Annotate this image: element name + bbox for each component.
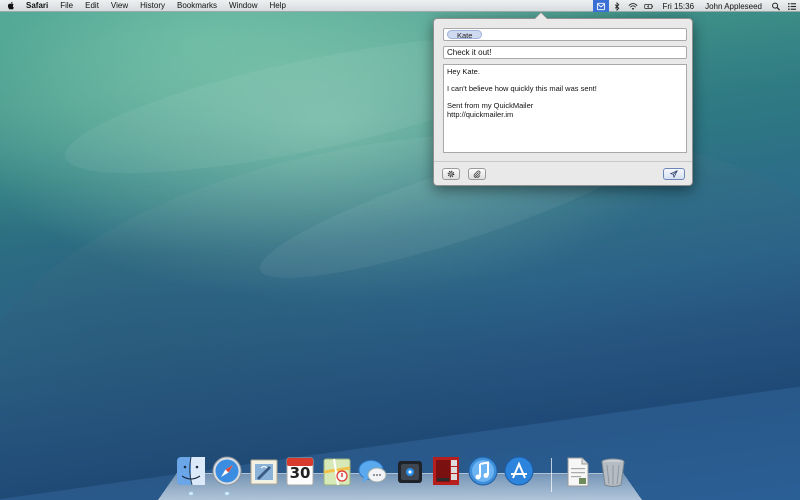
running-indicator [189, 492, 193, 495]
menu-help[interactable]: Help [263, 0, 291, 12]
paper-plane-icon [670, 170, 678, 178]
attach-button[interactable] [468, 168, 486, 180]
status-area: Fri 15:36 John Appleseed [593, 0, 800, 12]
quickmailer-icon[interactable] [593, 0, 610, 12]
menu-bar: Safari File Edit View History Bookmarks … [0, 0, 800, 12]
menu-file[interactable]: File [54, 0, 79, 12]
menu-user-name[interactable]: John Appleseed [699, 2, 768, 11]
apple-menu-icon[interactable] [0, 0, 22, 12]
message-body[interactable]: Hey Kate. I can't believe how quickly th… [443, 64, 687, 153]
body-line: http://quickmailer.im [447, 109, 514, 119]
wifi-icon[interactable] [625, 0, 641, 12]
send-button[interactable] [663, 168, 685, 180]
menu-window[interactable]: Window [223, 0, 263, 12]
menu-view[interactable]: View [105, 0, 134, 12]
menu-app-name[interactable]: Safari [22, 0, 54, 12]
itunes-icon[interactable] [466, 454, 500, 490]
trash-icon[interactable] [596, 454, 630, 490]
settings-button[interactable] [442, 168, 460, 180]
menu-clock[interactable]: Fri 15:36 [657, 2, 699, 11]
messages-icon[interactable] [356, 454, 390, 490]
bluetooth-icon[interactable] [609, 0, 625, 12]
compose-popover: Kate Check it out! Hey Kate. I can't bel… [433, 12, 693, 186]
subject-field[interactable]: Check it out! [443, 46, 687, 59]
menu-history[interactable]: History [134, 0, 171, 12]
list-icon[interactable] [784, 0, 800, 12]
calendar-icon[interactable]: 30 [283, 454, 317, 490]
finder-icon[interactable] [174, 454, 208, 490]
facetime-icon[interactable] [393, 454, 427, 490]
running-indicator [225, 492, 229, 495]
dock: 30 [168, 454, 638, 495]
photo-booth-icon[interactable] [429, 454, 463, 490]
search-icon[interactable] [768, 0, 784, 12]
maps-icon[interactable] [320, 454, 354, 490]
menu-bookmarks[interactable]: Bookmarks [171, 0, 223, 12]
dock-separator [551, 458, 552, 492]
battery-icon[interactable] [641, 0, 657, 12]
popover-arrow [534, 12, 548, 19]
to-field[interactable]: Kate [443, 28, 687, 41]
paperclip-icon [473, 170, 481, 178]
app-store-icon[interactable] [502, 454, 536, 490]
document-icon[interactable] [560, 454, 594, 490]
body-line: Hey Kate. [447, 67, 480, 76]
body-line: I can't believe how quickly this mail wa… [447, 84, 597, 94]
compose-toolbar [434, 161, 692, 185]
recipient-token[interactable]: Kate [447, 30, 483, 40]
calendar-date: 30 [289, 464, 311, 482]
safari-icon[interactable] [210, 454, 244, 490]
gear-icon [447, 170, 455, 178]
mail-icon[interactable] [247, 454, 281, 490]
menu-edit[interactable]: Edit [79, 0, 105, 12]
